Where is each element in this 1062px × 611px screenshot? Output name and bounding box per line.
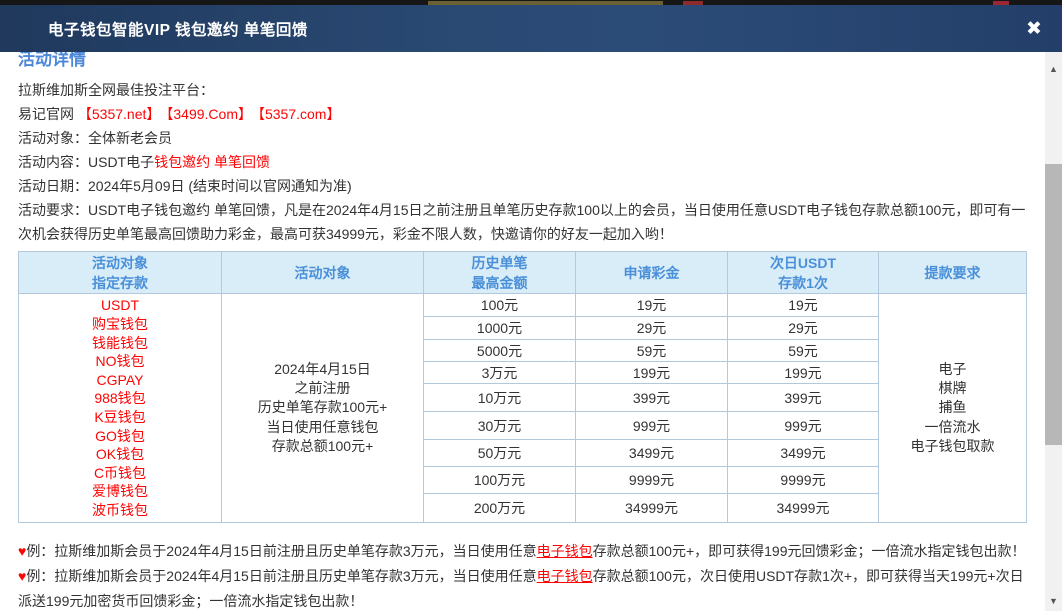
bonus-cell: 399元 [576, 384, 728, 412]
content-prefix: 活动内容：USDT电子 [18, 154, 154, 170]
wallet-name: C币钱包 [19, 464, 221, 483]
scroll-up-icon[interactable]: ▲ [1045, 60, 1062, 77]
example-text: 例：拉斯维加斯会员于2024年4月15日前注册且历史单笔存款3万元，当日使用任意 [26, 568, 536, 584]
wallet-name: K豆钱包 [19, 408, 221, 427]
date-line: 活动日期：2024年5月09日 (结束时间以官网通知为准) [18, 174, 1028, 198]
wallet-name: 爱博钱包 [19, 482, 221, 501]
condition-line: 2024年4月15日 [222, 360, 423, 379]
wallet-name: 钱能钱包 [19, 334, 221, 353]
wallet-name: 988钱包 [19, 389, 221, 408]
scrollbar-thumb[interactable] [1045, 164, 1062, 445]
bonus-cell: 999元 [576, 412, 728, 440]
wallet-name: CGPAY [19, 371, 221, 390]
ewallet-link[interactable]: 电子钱包 [537, 568, 593, 584]
bonus-cell: 29元 [576, 317, 728, 340]
section-heading: 活动详情 [18, 52, 86, 70]
header-next-day: 次日USDT存款1次 [728, 252, 879, 294]
wallet-name: OK钱包 [19, 445, 221, 464]
deposit-cell: 1000元 [424, 317, 576, 340]
example-text: 例：拉斯维加斯会员于2024年4月15日前注册且历史单笔存款3万元，当日使用任意 [26, 543, 536, 559]
header-bonus: 申请彩金 [576, 252, 728, 294]
next-day-cell: 999元 [728, 412, 879, 440]
official-sites-line: 易记官网 【5357.net】【3499.Com】【5357.com】 [18, 102, 1028, 126]
withdraw-line: 电子钱包取款 [879, 437, 1026, 456]
deposit-cell: 50万元 [424, 440, 576, 467]
wallet-name: USDT [19, 296, 221, 315]
example-line-2: ♥例：拉斯维加斯会员于2024年4月15日前注册且历史单笔存款3万元，当日使用任… [18, 564, 1030, 611]
next-day-cell: 59元 [728, 340, 879, 362]
vertical-scrollbar[interactable]: ▲ ▼ [1045, 52, 1062, 611]
header-target: 活动对象 [222, 252, 424, 294]
close-icon[interactable]: ✖ [1020, 19, 1048, 38]
background-text-fragment [428, 1, 663, 5]
bonus-cell: 199元 [576, 362, 728, 384]
withdraw-line: 棋牌 [879, 379, 1026, 398]
withdraw-cell: 电子棋牌捕鱼一倍流水电子钱包取款 [879, 294, 1027, 523]
conditions-cell: 2024年4月15日之前注册历史单笔存款100元+当日使用任意钱包存款总额100… [222, 294, 424, 523]
wallet-list-cell: USDT购宝钱包钱能钱包NO钱包CGPAY988钱包K豆钱包GO钱包OK钱包C币… [19, 294, 222, 523]
platform-line: 拉斯维加斯全网最佳投注平台： [18, 78, 1028, 102]
deposit-cell: 200万元 [424, 494, 576, 523]
header-max-deposit: 历史单笔最高金额 [424, 252, 576, 294]
background-text-fragment [993, 1, 1009, 5]
example-line-1: ♥例：拉斯维加斯会员于2024年4月15日前注册且历史单笔存款3万元，当日使用任… [18, 539, 1030, 564]
example-notes: ♥例：拉斯维加斯会员于2024年4月15日前注册且历史单笔存款3万元，当日使用任… [18, 539, 1030, 611]
next-day-cell: 29元 [728, 317, 879, 340]
site-domain: 【3499.Com】 [166, 106, 252, 122]
wallet-name: 波币钱包 [19, 501, 221, 520]
withdraw-line: 捕鱼 [879, 398, 1026, 417]
deposit-cell: 10万元 [424, 384, 576, 412]
deposit-cell: 100元 [424, 294, 576, 317]
bonus-cell: 59元 [576, 340, 728, 362]
site-domains: 【5357.net】【3499.Com】【5357.com】 [78, 106, 347, 122]
example-text: 存款总额100元+，即可获得199元回馈彩金；一倍流水指定钱包出款！ [593, 543, 1026, 559]
background-text-fragment [683, 1, 703, 5]
bonus-cell: 3499元 [576, 440, 728, 467]
header-wallets: 活动对象指定存款 [19, 252, 222, 294]
header-withdraw: 提款要求 [879, 252, 1027, 294]
condition-line: 历史单笔存款100元+ [222, 398, 423, 417]
wallet-name: 购宝钱包 [19, 315, 221, 334]
next-day-cell: 34999元 [728, 494, 879, 523]
next-day-cell: 399元 [728, 384, 879, 412]
deposit-cell: 100万元 [424, 467, 576, 494]
ewallet-link[interactable]: 电子钱包 [537, 543, 593, 559]
next-day-cell: 9999元 [728, 467, 879, 494]
modal-title: 电子钱包智能VIP 钱包邀约 单笔回馈 [48, 18, 308, 40]
site-prefix: 易记官网 [18, 106, 74, 122]
next-day-cell: 199元 [728, 362, 879, 384]
requirement-line: 活动要求：USDT电子钱包邀约 单笔回馈，凡是在2024年4月15日之前注册且单… [18, 198, 1028, 246]
next-day-cell: 19元 [728, 294, 879, 317]
site-domain: 【5357.com】 [258, 106, 340, 122]
table-header-row: 活动对象指定存款 活动对象 历史单笔最高金额 申请彩金 次日USDT存款1次 提… [19, 252, 1027, 294]
target-line: 活动对象：全体新老会员 [18, 126, 1028, 150]
background-page-strip [0, 0, 1062, 5]
content-highlight: 钱包邀约 单笔回馈 [154, 154, 270, 170]
scroll-down-icon[interactable]: ▼ [1045, 592, 1062, 609]
deposit-cell: 3万元 [424, 362, 576, 384]
bonus-cell: 9999元 [576, 467, 728, 494]
deposit-cell: 5000元 [424, 340, 576, 362]
withdraw-line: 一倍流水 [879, 418, 1026, 437]
promo-details: 拉斯维加斯全网最佳投注平台： 易记官网 【5357.net】【3499.Com】… [18, 78, 1028, 246]
modal-content: 活动详情 拉斯维加斯全网最佳投注平台： 易记官网 【5357.net】【3499… [0, 52, 1045, 611]
promo-table: 活动对象指定存款 活动对象 历史单笔最高金额 申请彩金 次日USDT存款1次 提… [18, 251, 1027, 523]
wallet-name: NO钱包 [19, 352, 221, 371]
next-day-cell: 3499元 [728, 440, 879, 467]
bonus-cell: 19元 [576, 294, 728, 317]
content-line: 活动内容：USDT电子钱包邀约 单笔回馈 [18, 150, 1028, 174]
deposit-cell: 30万元 [424, 412, 576, 440]
bonus-cell: 34999元 [576, 494, 728, 523]
table-row: USDT购宝钱包钱能钱包NO钱包CGPAY988钱包K豆钱包GO钱包OK钱包C币… [19, 294, 1027, 317]
site-domain: 【5357.net】 [78, 106, 161, 122]
condition-line: 之前注册 [222, 379, 423, 398]
condition-line: 存款总额100元+ [222, 437, 423, 456]
wallet-name: GO钱包 [19, 427, 221, 446]
modal-header: 电子钱包智能VIP 钱包邀约 单笔回馈 ✖ [0, 5, 1062, 52]
withdraw-line: 电子 [879, 360, 1026, 379]
condition-line: 当日使用任意钱包 [222, 418, 423, 437]
